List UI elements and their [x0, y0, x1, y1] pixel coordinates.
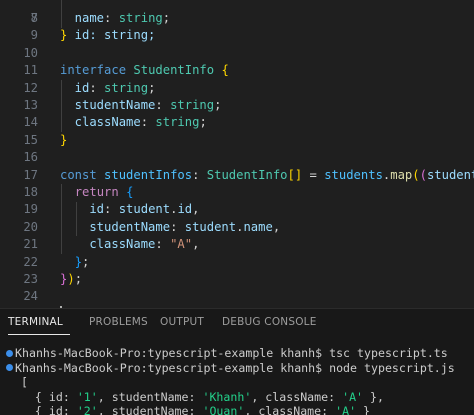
- code-editor[interactable]: 7 id: string; 8 name: string; 9} 10 11 inter…: [0, 0, 474, 308]
- line-code: className: string;: [60, 115, 207, 130]
- line-number: 21: [23, 237, 38, 252]
- code-line: 18 return {: [0, 184, 474, 201]
- line-number: 10: [23, 45, 38, 60]
- line-code: className: "A",: [60, 237, 200, 252]
- line-number: 11: [23, 63, 38, 78]
- command-status-dot[interactable]: [6, 364, 13, 372]
- bottom-panel: TERMINAL PROBLEMS OUTPUT DEBUG CONSOLE K…: [0, 309, 474, 415]
- tab-terminal[interactable]: TERMINAL: [8, 309, 63, 335]
- indent-guide: [61, 80, 62, 132]
- line-code: id: student.id,: [60, 202, 200, 217]
- code-line: 22 };: [0, 254, 474, 271]
- code-line: 16: [0, 149, 474, 166]
- line-number: 20: [23, 219, 38, 234]
- code-line: 21 className: "A",: [0, 236, 474, 253]
- terminal-line: { id: '1', studentName: 'Khanh', classNa…: [7, 389, 384, 404]
- line-code: });: [60, 272, 83, 286]
- terminal-line: Khanhs-MacBook-Pro:typescript-example kh…: [15, 360, 455, 375]
- code-line: 17 const studentInfos: StudentInfo[] = st…: [0, 167, 474, 184]
- code-line: 13 studentName: string;: [0, 97, 474, 114]
- code-line: 11 interface StudentInfo {: [0, 62, 474, 79]
- vscode-window: 7 id: string; 8 name: string; 9} 10 11 inter…: [0, 0, 474, 415]
- line-code: }: [60, 132, 68, 147]
- indent-guide: [61, 184, 62, 254]
- code-line: 8 name: string;: [0, 10, 474, 27]
- line-number: 17: [23, 167, 38, 182]
- code-line: 14 className: string;: [0, 114, 474, 131]
- terminal-line: [: [7, 375, 28, 390]
- code-line: 9}: [0, 27, 474, 44]
- line-number: 13: [23, 98, 38, 112]
- line-code: name: string;: [60, 11, 171, 25]
- line-number: 12: [23, 80, 38, 95]
- indent-guide: [61, 0, 62, 28]
- tab-output[interactable]: OUTPUT: [160, 309, 204, 335]
- code-line: 23});: [0, 271, 474, 288]
- line-number: 9: [30, 28, 38, 43]
- line-code: interface StudentInfo {: [60, 63, 229, 78]
- indent-guide: [76, 202, 77, 236]
- tab-problems[interactable]: PROBLEMS: [89, 309, 148, 335]
- line-number: 15: [23, 132, 38, 147]
- line-code: studentName: string;: [60, 98, 222, 112]
- line-number: 23: [23, 272, 38, 286]
- code-line: 19 id: student.id,: [0, 201, 474, 218]
- line-number: 16: [23, 150, 38, 165]
- line-code: return {: [74, 185, 134, 199]
- code-line: 24: [0, 288, 474, 305]
- line-number: 18: [23, 185, 38, 199]
- line-code: };: [74, 254, 90, 269]
- line-code: const studentInfos: StudentInfo[] = stud…: [60, 167, 474, 182]
- terminal-line: Khanhs-MacBook-Pro:typescript-example kh…: [15, 346, 448, 360]
- line-number: 14: [23, 115, 38, 130]
- code-line: 10: [0, 45, 474, 62]
- code-line: 20 studentName: student.name,: [0, 219, 474, 236]
- code-line: 15}: [0, 132, 474, 149]
- tab-debug-console[interactable]: DEBUG CONSOLE: [222, 309, 317, 335]
- active-tab-indicator: [8, 334, 70, 335]
- command-status-dot[interactable]: [6, 349, 13, 357]
- line-code: studentName: student.name,: [60, 219, 281, 234]
- line-code: id: string;: [60, 80, 156, 95]
- line-code: }: [60, 28, 68, 43]
- line-number: 24: [23, 289, 38, 304]
- line-number: 22: [23, 254, 38, 269]
- line-number: 8: [30, 11, 38, 25]
- code-line: 7 id: string;: [0, 0, 474, 42]
- terminal-line: { id: '2', studentName: 'Quan', classNam…: [7, 404, 371, 415]
- line-number: 19: [23, 202, 38, 217]
- code-line: 12 id: string;: [0, 80, 474, 97]
